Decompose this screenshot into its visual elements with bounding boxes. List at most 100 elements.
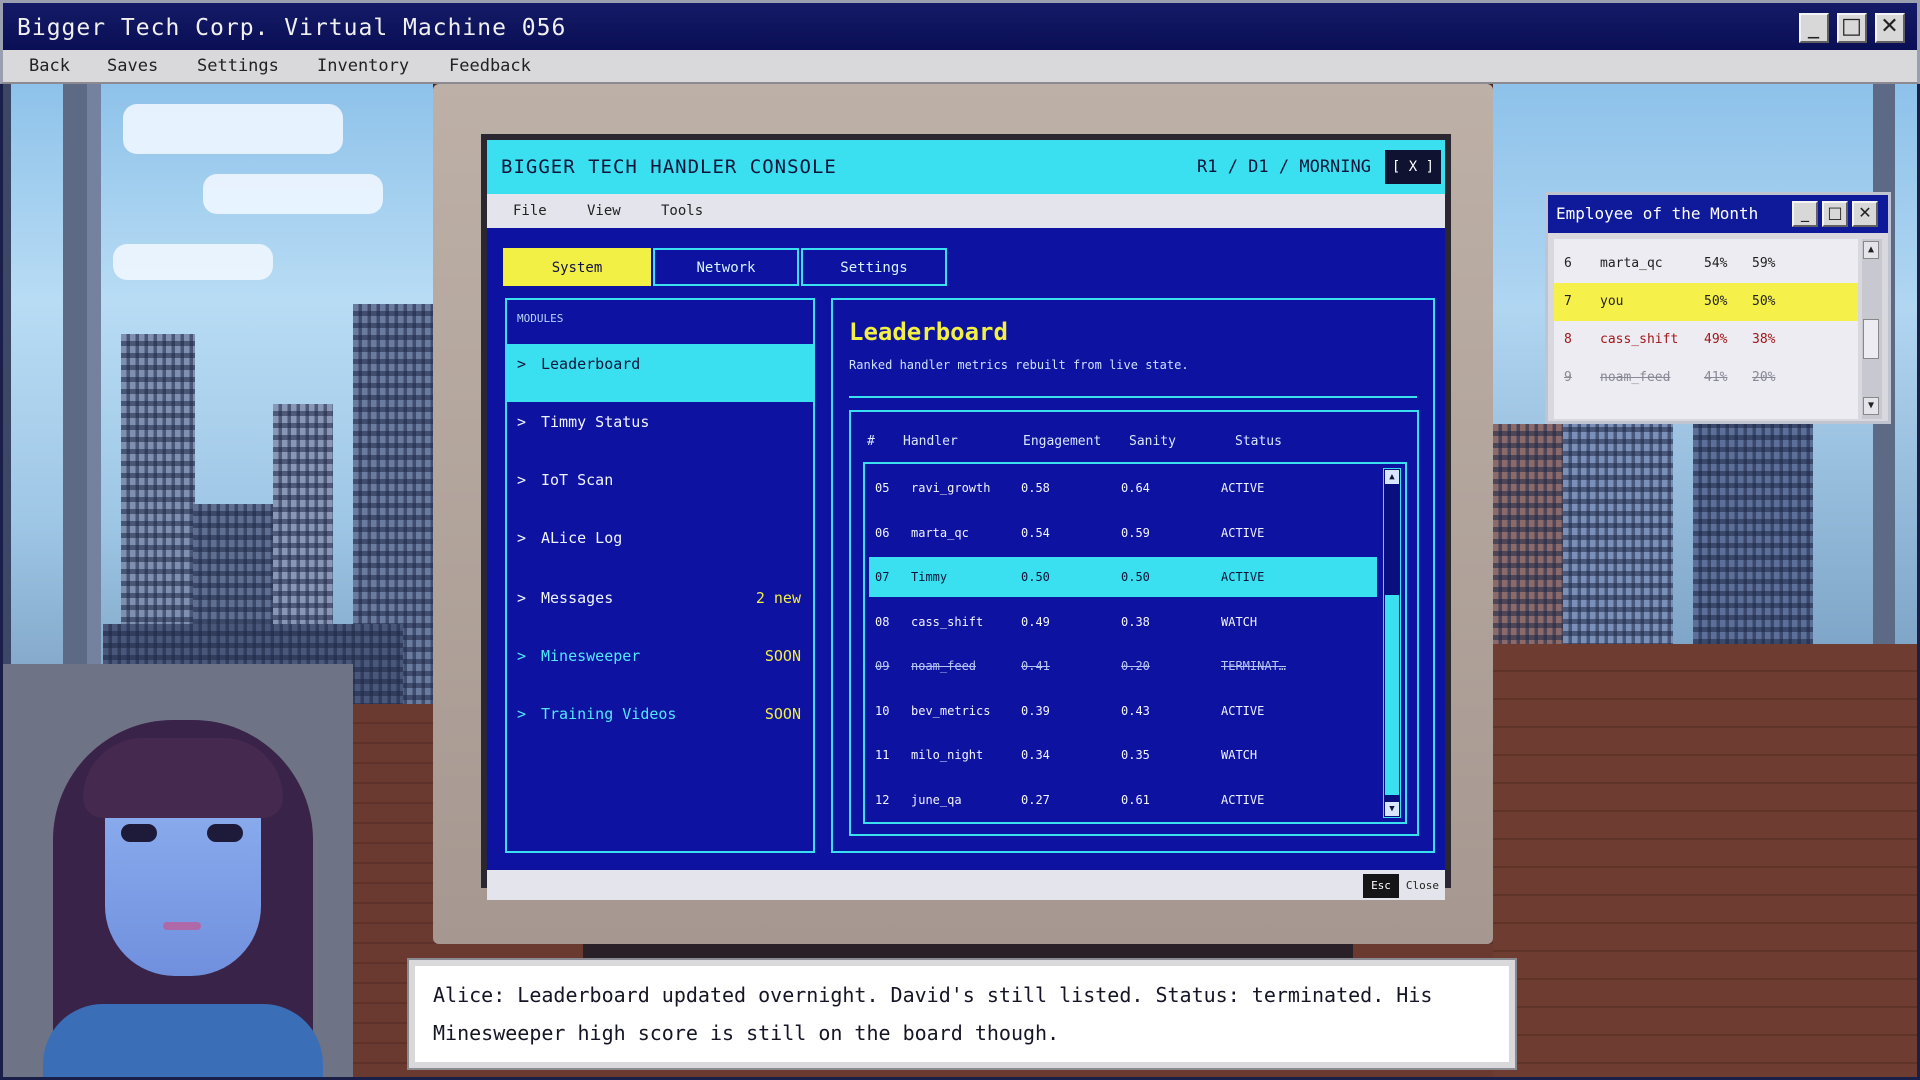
- column-header-engagement: Engagement: [1023, 434, 1102, 449]
- eotm-cell-b: 59%: [1752, 256, 1776, 271]
- module-minesweeper[interactable]: > Minesweeper SOON: [507, 636, 813, 694]
- cell-status: WATCH: [1221, 614, 1258, 629]
- module-iot-scan[interactable]: > IoT Scan: [507, 460, 813, 518]
- eotm-titlebar: Employee of the Month _ □ ✕: [1548, 195, 1888, 233]
- cell-sanity: 0.64: [1121, 481, 1150, 495]
- module-label: Training Videos: [541, 705, 677, 723]
- table-row[interactable]: 11 milo_night 0.34 0.35 WATCH: [869, 735, 1377, 775]
- close-icon[interactable]: ✕: [1852, 201, 1878, 227]
- tab-system[interactable]: System: [503, 248, 651, 286]
- cell-engagement: 0.27: [1021, 792, 1050, 807]
- tab-network[interactable]: Network: [653, 248, 799, 286]
- table-row[interactable]: 06 marta_qc 0.54 0.59 ACTIVE: [869, 513, 1377, 553]
- modules-sidebar: MODULES > Leaderboard > Timmy Status > I…: [505, 298, 815, 853]
- console-menubar: File View Tools: [487, 194, 1445, 228]
- cell-handler: cass_shift: [911, 614, 984, 629]
- alice-mouth: [163, 922, 201, 930]
- module-leaderboard[interactable]: > Leaderboard: [507, 344, 813, 402]
- eotm-cell-rank: 6: [1564, 256, 1572, 271]
- chevron-right-icon: >: [517, 705, 527, 723]
- cloud: [123, 104, 343, 154]
- console-footer: Esc Close: [487, 870, 1445, 900]
- close-icon[interactable]: ✕: [1875, 13, 1905, 43]
- table-row[interactable]: 05 ravi_growth 0.58 0.64 ACTIVE: [869, 468, 1377, 508]
- employee-of-month-window: Employee of the Month _ □ ✕ 6 marta_qc 54%…: [1545, 192, 1891, 424]
- menu-back[interactable]: Back: [29, 50, 70, 84]
- close-label: Close: [1405, 879, 1439, 892]
- cell-sanity: 0.61: [1121, 792, 1150, 807]
- scrollbar-thumb[interactable]: [1385, 595, 1399, 795]
- messages-badge: 2 new: [755, 589, 801, 607]
- table-row[interactable]: 07 Timmy 0.50 0.50 ACTIVE: [869, 557, 1377, 597]
- table-row[interactable]: 10 bev_metrics 0.39 0.43 ACTIVE: [869, 691, 1377, 731]
- menu-saves[interactable]: Saves: [107, 50, 158, 84]
- cell-engagement: 0.54: [1021, 525, 1050, 540]
- menu-settings[interactable]: Settings: [197, 50, 279, 84]
- cell-sanity: 0.43: [1121, 703, 1150, 718]
- table-row[interactable]: 08 cass_shift 0.49 0.38 WATCH: [869, 602, 1377, 642]
- cell-status: ACTIVE: [1221, 525, 1265, 540]
- chevron-right-icon: >: [517, 589, 527, 607]
- console-menu-file[interactable]: File: [513, 194, 547, 228]
- table-row[interactable]: 12 june_qa 0.27 0.61 ACTIVE: [869, 780, 1377, 820]
- eotm-row[interactable]: 7 you 50% 50%: [1554, 283, 1858, 321]
- cell-handler: Timmy: [911, 570, 948, 584]
- cell-rank: 11: [875, 748, 890, 762]
- maximize-icon[interactable]: □: [1837, 13, 1867, 43]
- esc-key-hint[interactable]: Esc: [1363, 874, 1399, 898]
- cell-rank: 06: [875, 525, 890, 540]
- console-menu-view[interactable]: View: [587, 194, 621, 228]
- console-close-button[interactable]: [ X ]: [1385, 150, 1441, 184]
- cell-rank: 08: [875, 614, 890, 629]
- cell-status: ACTIVE: [1221, 570, 1265, 584]
- console-menu-tools[interactable]: Tools: [661, 194, 703, 228]
- table-scrollbar[interactable]: ▲ ▼: [1383, 468, 1401, 818]
- vm-menubar: Back Saves Settings Inventory Feedback: [0, 50, 1920, 84]
- handler-console: BIGGER TECH HANDLER CONSOLE R1 / D1 / MO…: [481, 134, 1451, 900]
- module-label: IoT Scan: [541, 471, 614, 489]
- module-alice-log[interactable]: > ALice Log: [507, 518, 813, 576]
- cell-handler: june_qa: [911, 792, 962, 807]
- cloud: [203, 174, 383, 214]
- module-training-videos[interactable]: > Training Videos SOON: [507, 694, 813, 752]
- eotm-row[interactable]: 9 noam_feed 41% 20%: [1554, 359, 1858, 397]
- menu-feedback[interactable]: Feedback: [449, 50, 531, 84]
- soon-badge: SOON: [764, 705, 801, 723]
- scroll-down-icon[interactable]: ▼: [1863, 397, 1879, 415]
- eotm-row[interactable]: 6 marta_qc 54% 59%: [1554, 245, 1858, 283]
- eotm-scrollbar[interactable]: ▲ ▼: [1862, 239, 1882, 419]
- chevron-right-icon: >: [517, 471, 527, 489]
- module-messages[interactable]: > Messages 2 new: [507, 578, 813, 636]
- eotm-cell-b: 38%: [1752, 332, 1776, 347]
- vm-titlebar: Bigger Tech Corp. Virtual Machine 056 _ …: [0, 0, 1920, 50]
- column-header-sanity: Sanity: [1129, 434, 1176, 449]
- cell-rank: 05: [875, 481, 890, 495]
- eotm-cell-b: 20%: [1752, 370, 1776, 385]
- menu-inventory[interactable]: Inventory: [317, 50, 409, 84]
- eotm-title: Employee of the Month: [1556, 204, 1759, 223]
- chevron-right-icon: >: [517, 647, 527, 665]
- scroll-down-icon[interactable]: ▼: [1385, 802, 1399, 816]
- scrollbar-thumb[interactable]: [1863, 319, 1879, 359]
- tab-settings[interactable]: Settings: [801, 248, 947, 286]
- module-timmy-status[interactable]: > Timmy Status: [507, 402, 813, 460]
- desk: [1493, 644, 1917, 1077]
- scroll-up-icon[interactable]: ▲: [1863, 241, 1879, 259]
- cell-rank: 07: [875, 570, 890, 584]
- minimize-icon[interactable]: _: [1792, 201, 1818, 227]
- cell-engagement: 0.41: [1021, 659, 1050, 673]
- cell-engagement: 0.39: [1021, 703, 1050, 718]
- dialogue-box[interactable]: Alice: Leaderboard updated overnight. Da…: [407, 958, 1517, 1070]
- eotm-row[interactable]: 8 cass_shift 49% 38%: [1554, 321, 1858, 359]
- minimize-icon[interactable]: _: [1799, 13, 1829, 43]
- cell-engagement: 0.49: [1021, 614, 1050, 629]
- office-scene: BIGGER TECH HANDLER CONSOLE R1 / D1 / MO…: [3, 84, 1917, 1077]
- cell-status: TERMINAT…: [1221, 659, 1287, 673]
- table-row[interactable]: 09 noam_feed 0.41 0.20 TERMINAT…: [869, 646, 1377, 686]
- maximize-icon[interactable]: □: [1822, 201, 1848, 227]
- scroll-up-icon[interactable]: ▲: [1385, 470, 1399, 484]
- console-title: BIGGER TECH HANDLER CONSOLE: [501, 156, 837, 178]
- eotm-cell-rank: 8: [1564, 332, 1572, 347]
- table-body: 05 ravi_growth 0.58 0.64 ACTIVE 06 marta_qc 0.5…: [863, 462, 1407, 824]
- cell-status: ACTIVE: [1221, 481, 1265, 495]
